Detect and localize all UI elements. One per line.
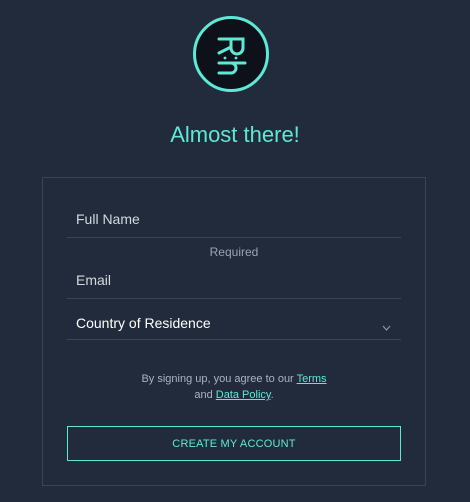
email-field[interactable] (67, 261, 401, 299)
page-title: Almost there! (170, 122, 300, 147)
terms-prefix: By signing up, you agree to our (141, 373, 297, 385)
full-name-input[interactable] (67, 200, 401, 237)
required-hint: Required (209, 245, 259, 259)
terms-link[interactable]: Terms (297, 373, 327, 385)
full-name-field[interactable] (67, 200, 401, 238)
rh-logo-icon (217, 37, 247, 75)
data-policy-link[interactable]: Data Policy (216, 389, 271, 401)
chevron-down-icon (382, 318, 391, 336)
signup-form-card: Required Country of Residence By signing… (42, 177, 426, 486)
terms-middle: and (194, 389, 216, 401)
country-select-label: Country of Residence (76, 315, 211, 331)
email-input[interactable] (67, 261, 401, 298)
terms-suffix: . (270, 389, 274, 401)
terms-notice: By signing up, you agree to our Terms an… (67, 371, 401, 403)
create-account-button[interactable]: CREATE MY ACCOUNT (67, 426, 401, 461)
country-select[interactable]: Country of Residence (67, 302, 401, 340)
brand-logo (193, 16, 269, 92)
